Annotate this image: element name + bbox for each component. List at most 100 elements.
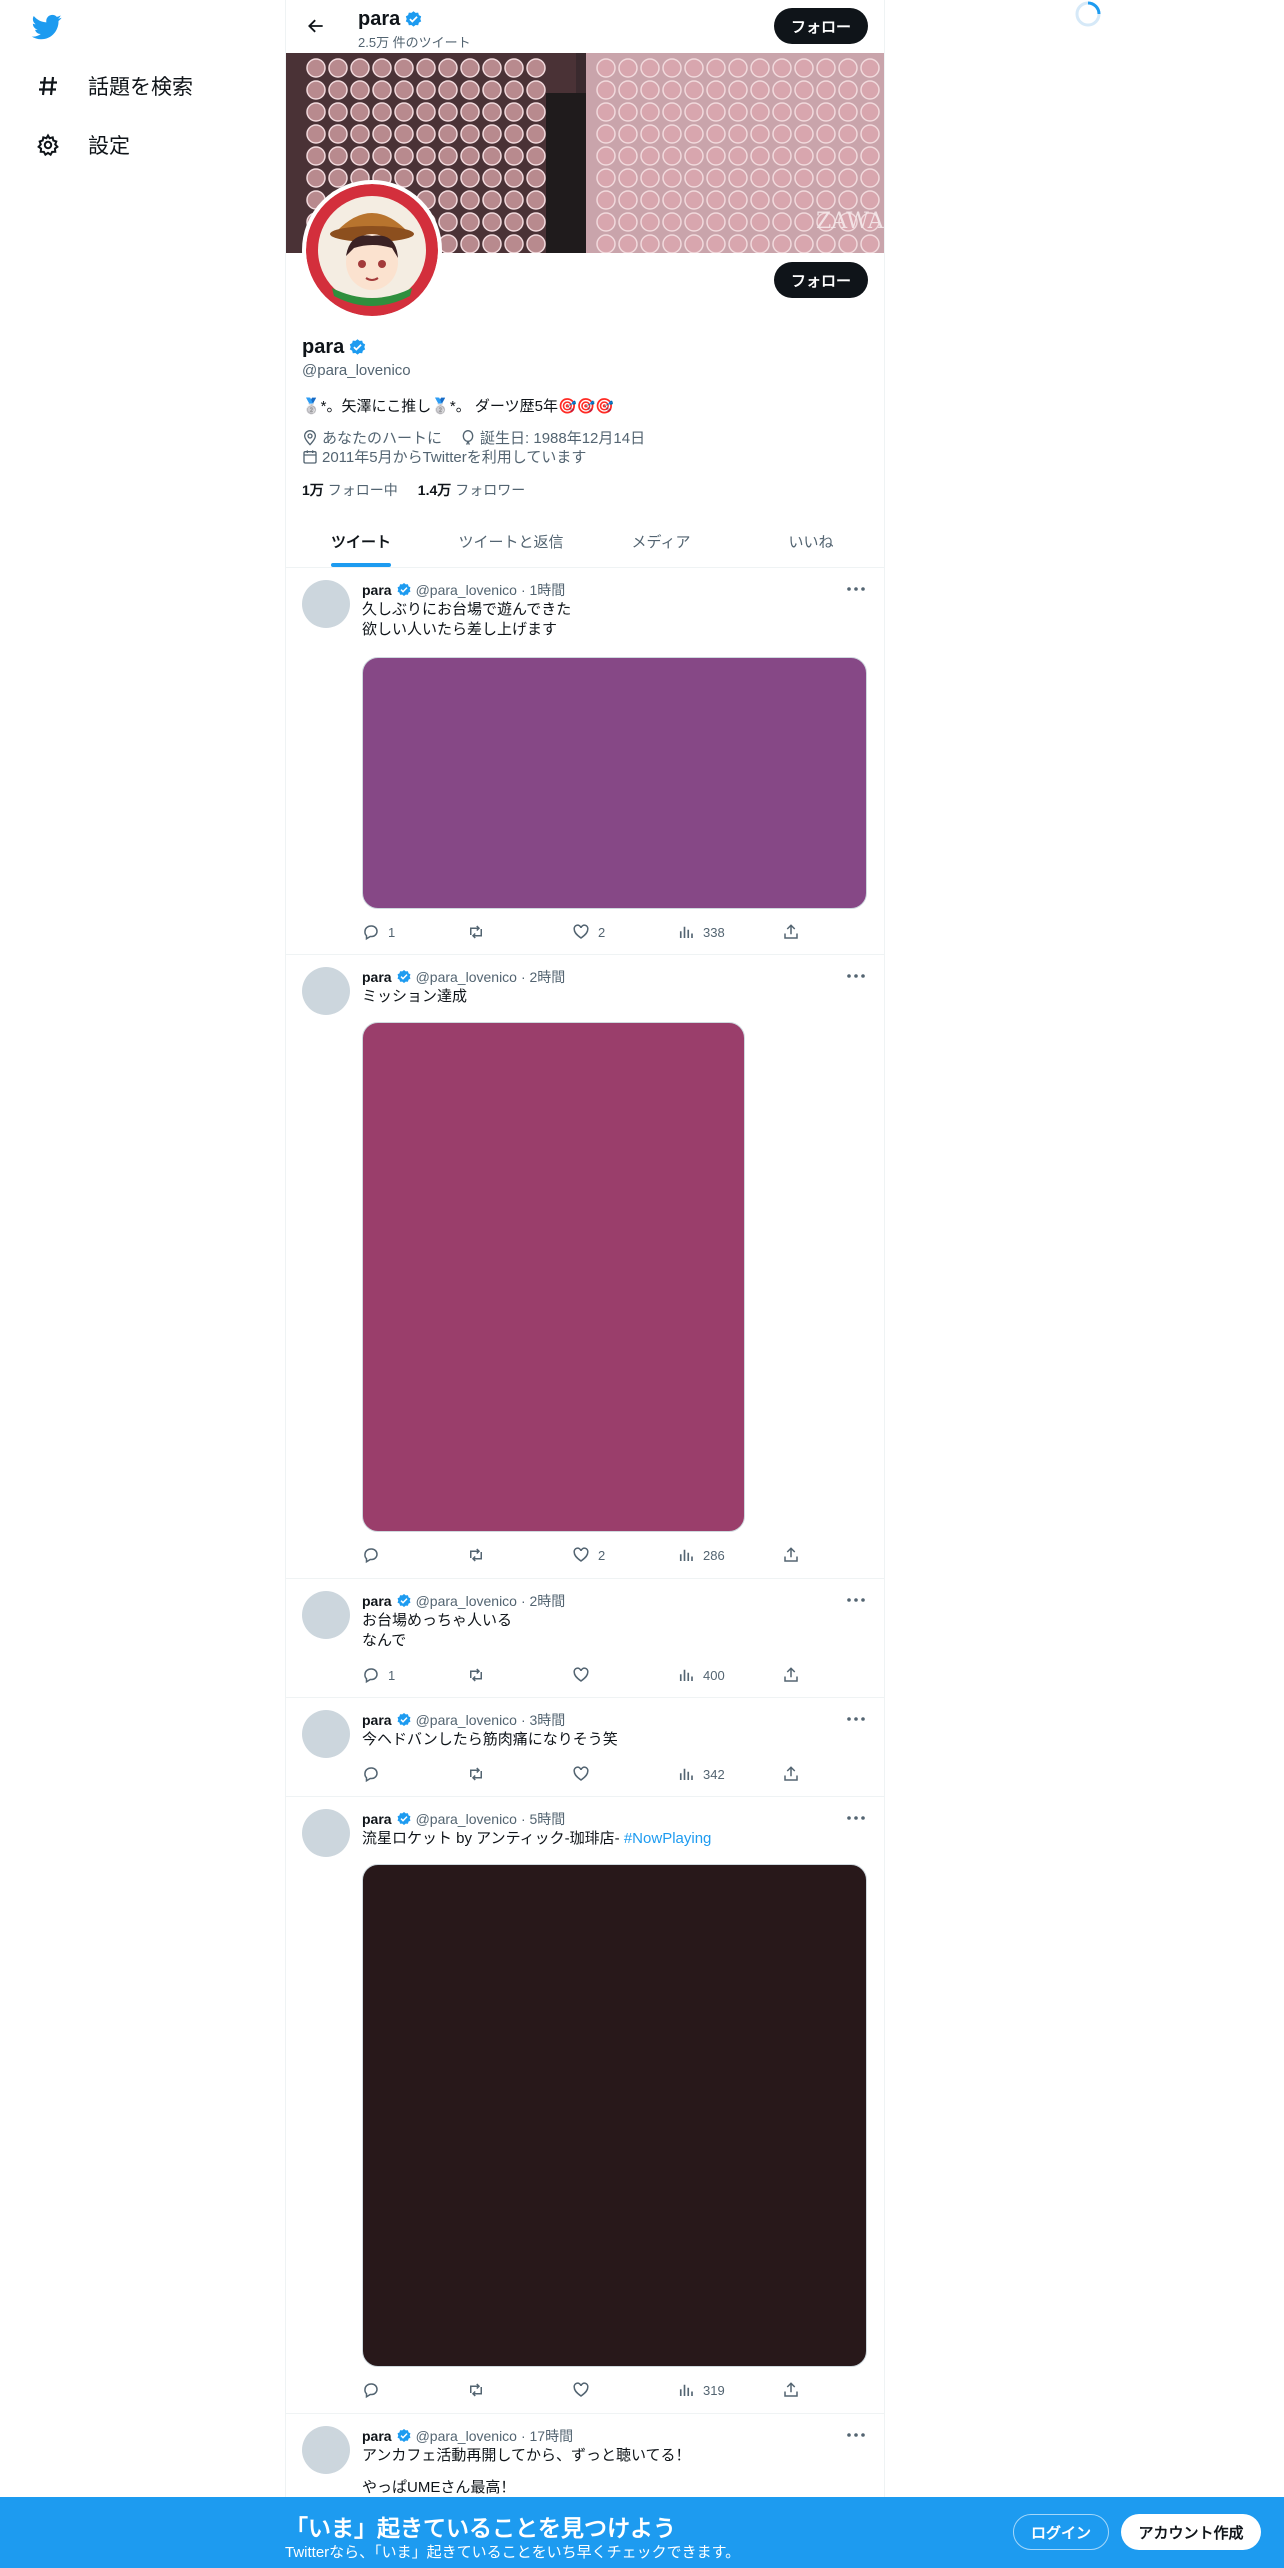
share-button[interactable]: [782, 1546, 802, 1564]
tab-tweets-and-replies[interactable]: ツイートと返信: [436, 515, 586, 567]
tweet-author-handle[interactable]: @para_lovenico: [416, 1593, 517, 1609]
twitter-bird-icon[interactable]: [30, 12, 66, 44]
avatar[interactable]: [302, 2426, 350, 2474]
tab-tweets[interactable]: ツイート: [286, 515, 436, 567]
reply-button[interactable]: [362, 1765, 467, 1783]
signup-button[interactable]: アカウント作成: [1121, 2514, 1261, 2550]
follow-button[interactable]: フォロー: [774, 262, 868, 298]
following-link[interactable]: 1万 フォロー中: [302, 480, 398, 500]
tweet-author-handle[interactable]: @para_lovenico: [416, 1811, 517, 1827]
more-options-button[interactable]: [842, 578, 870, 600]
tweet[interactable]: para @para_lovenico · 1時間 久しぶりにお台場で遊んできた…: [286, 568, 884, 955]
tweet-author-name[interactable]: para: [362, 1593, 392, 1609]
reply-count: 1: [388, 1667, 396, 1683]
more-options-button[interactable]: [842, 1589, 870, 1611]
views-button[interactable]: 286: [677, 1546, 782, 1564]
heart-icon: [572, 1666, 598, 1684]
share-button[interactable]: [782, 2381, 802, 2399]
gear-icon: [30, 127, 66, 163]
tweet-author-handle[interactable]: @para_lovenico: [416, 1712, 517, 1728]
sidebar-item-settings[interactable]: 設定: [30, 121, 130, 169]
tweet-time[interactable]: · 17時間: [521, 2426, 573, 2446]
back-button[interactable]: [298, 8, 334, 44]
more-options-button[interactable]: [842, 2424, 870, 2446]
location-text: あなたのハートに: [322, 430, 443, 447]
header-name: para: [358, 8, 401, 30]
tweet-time[interactable]: · 3時間: [521, 1710, 565, 1730]
share-button[interactable]: [782, 1666, 802, 1684]
views-button[interactable]: 319: [677, 2381, 782, 2399]
like-button[interactable]: [572, 1666, 677, 1684]
retweet-button[interactable]: [467, 1546, 572, 1564]
tweet[interactable]: para @para_lovenico · 2時間 ミッション達成 2 286: [286, 955, 884, 1579]
like-button[interactable]: [572, 2381, 677, 2399]
tweet-author-name[interactable]: para: [362, 1811, 392, 1827]
tweet-image[interactable]: [362, 657, 867, 909]
profile-avatar[interactable]: [302, 180, 442, 320]
verified-badge-icon: [406, 11, 422, 27]
retweet-button[interactable]: [467, 1666, 572, 1684]
verified-badge-icon: [397, 1713, 411, 1726]
reply-button[interactable]: 1: [362, 923, 467, 941]
follow-button-header[interactable]: フォロー: [774, 8, 868, 44]
tweet-author-name[interactable]: para: [362, 1712, 392, 1728]
reply-button[interactable]: [362, 2381, 467, 2399]
tweet-author-name[interactable]: para: [362, 2428, 392, 2444]
like-button[interactable]: [572, 1765, 677, 1783]
tweet[interactable]: para @para_lovenico · 3時間 今ヘドバンしたら筋肉痛になり…: [286, 1698, 884, 1797]
tweet[interactable]: para @para_lovenico · 2時間 お台場めっちゃ人いる なんで …: [286, 1579, 884, 1698]
more-options-button[interactable]: [842, 965, 870, 987]
tweet-author-handle[interactable]: @para_lovenico: [416, 582, 517, 598]
retweet-button[interactable]: [467, 1765, 572, 1783]
retweet-icon: [467, 1666, 493, 1684]
avatar-artwork: [306, 184, 438, 316]
like-button[interactable]: 2: [572, 1546, 677, 1564]
followers-link[interactable]: 1.4万 フォロワー: [418, 480, 525, 500]
tweet-author-name[interactable]: para: [362, 969, 392, 985]
hashtag-link[interactable]: #NowPlaying: [624, 1830, 712, 1847]
retweet-button[interactable]: [467, 923, 572, 941]
views-button[interactable]: 338: [677, 923, 782, 941]
avatar[interactable]: [302, 1710, 350, 1758]
views-icon: [677, 1666, 703, 1684]
tweet-header: para @para_lovenico · 2時間: [362, 967, 565, 987]
tweet-time[interactable]: · 5時間: [521, 1809, 565, 1829]
tweet-header: para @para_lovenico · 1時間: [362, 580, 565, 600]
loading-spinner-icon: [1075, 1, 1101, 27]
tweet-time[interactable]: · 2時間: [521, 967, 565, 987]
retweet-button[interactable]: [467, 2381, 572, 2399]
sidebar-item-explore[interactable]: 話題を検索: [30, 62, 193, 110]
views-button[interactable]: 400: [677, 1666, 782, 1684]
login-button[interactable]: ログイン: [1013, 2514, 1109, 2550]
avatar[interactable]: [302, 967, 350, 1015]
like-button[interactable]: 2: [572, 923, 677, 941]
tweet-image[interactable]: [362, 1022, 745, 1532]
views-icon: [677, 923, 703, 941]
tweet-media-card[interactable]: [362, 1864, 867, 2367]
share-button[interactable]: [782, 1765, 802, 1783]
header-name-row: para: [358, 8, 423, 31]
reply-button[interactable]: [362, 1546, 467, 1564]
avatar[interactable]: [302, 1591, 350, 1639]
more-options-button[interactable]: [842, 1807, 870, 1829]
share-icon: [782, 1546, 808, 1564]
tweet-time[interactable]: · 1時間: [521, 580, 565, 600]
share-button[interactable]: [782, 923, 802, 941]
tab-likes[interactable]: いいね: [736, 515, 884, 567]
reply-icon: [362, 2381, 388, 2399]
tweet-author-handle[interactable]: @para_lovenico: [416, 2428, 517, 2444]
tab-media[interactable]: メディア: [586, 515, 736, 567]
tweet[interactable]: para @para_lovenico · 5時間 流星ロケット by アンティ…: [286, 1797, 884, 2414]
profile-joined: 2011年5月からTwitterを利用しています: [302, 446, 586, 467]
tweet-author-name[interactable]: para: [362, 582, 392, 598]
avatar[interactable]: [302, 1809, 350, 1857]
more-options-button[interactable]: [842, 1708, 870, 1730]
views-button[interactable]: 342: [677, 1765, 782, 1783]
reply-button[interactable]: 1: [362, 1666, 467, 1684]
tweet-count: 2.5万 件のツイート: [358, 35, 471, 50]
more-dots-icon: [847, 587, 865, 591]
avatar[interactable]: [302, 580, 350, 628]
tweet-time[interactable]: · 2時間: [521, 1591, 565, 1611]
tweet-actions: 1 400: [362, 1665, 802, 1685]
tweet-author-handle[interactable]: @para_lovenico: [416, 969, 517, 985]
